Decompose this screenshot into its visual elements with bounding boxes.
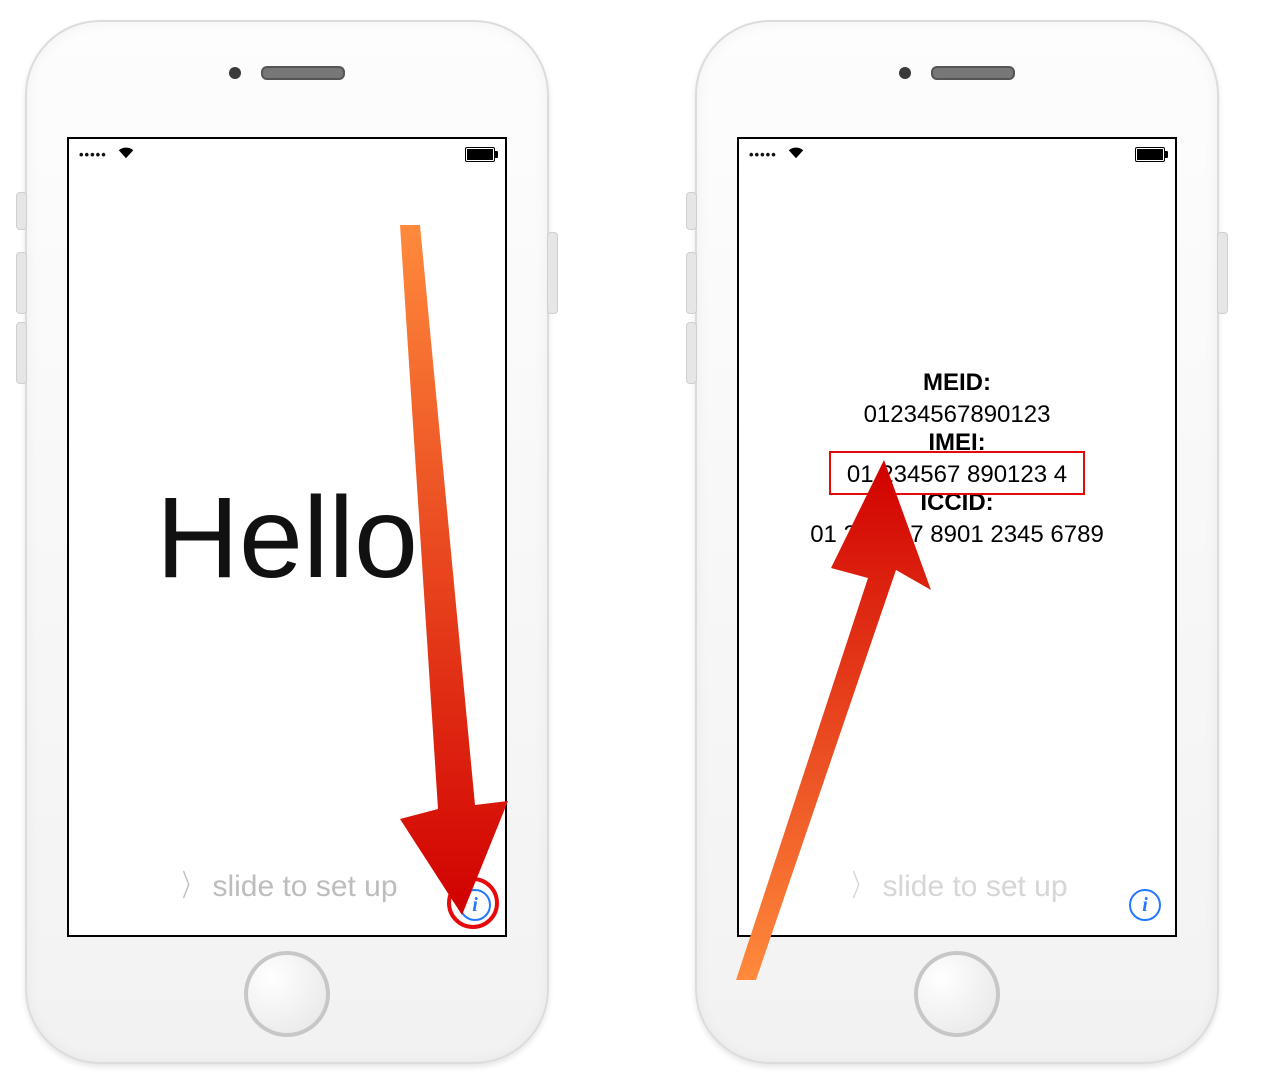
status-bar: ••••• [69,139,505,169]
mute-switch [16,192,27,230]
iccid-row: ICCID: 01 234567 8901 2345 6789 [810,489,1104,549]
info-button[interactable]: i [459,889,491,921]
phone-mockup-right: ••••• MEID: 01234567890123 IMEI: 01 2345… [695,20,1219,1064]
wifi-icon [788,147,804,162]
annotation-box-imei [829,451,1085,495]
meid-label: MEID: [864,369,1051,397]
meid-value: 01234567890123 [864,401,1051,429]
chevron-right-icon: 〉 [852,861,870,905]
cell-signal-icon: ••••• [79,147,134,162]
device-identifiers: MEID: 01234567890123 IMEI: 01 234567 890… [739,369,1175,549]
hello-title: Hello [69,481,505,596]
info-icon: i [472,894,478,917]
front-camera-icon [229,67,241,79]
volume-down-button [16,322,27,384]
volume-up-button [16,252,27,314]
power-button [547,232,558,314]
cell-signal-icon: ••••• [749,147,804,162]
slide-to-set-up[interactable]: 〉slide to set up [739,861,1175,905]
wifi-icon [118,147,134,162]
chevron-right-icon: 〉 [182,861,200,905]
phone-mockup-left: ••••• Hello 〉slide to set up i [25,20,549,1064]
earpiece-speaker-icon [931,66,1015,80]
meid-row: MEID: 01234567890123 [864,369,1051,429]
info-button[interactable]: i [1129,889,1161,921]
power-button [1217,232,1228,314]
battery-icon [1135,147,1165,162]
iccid-value: 01 234567 8901 2345 6789 [810,521,1104,549]
volume-up-button [686,252,697,314]
status-bar: ••••• [739,139,1175,169]
screen-left: ••••• Hello 〉slide to set up i [67,137,507,937]
battery-icon [465,147,495,162]
home-button[interactable] [244,951,330,1037]
imei-row: IMEI: 01 234567 890123 4 [847,429,1067,489]
home-button[interactable] [914,951,1000,1037]
earpiece-area [899,66,1015,80]
screen-right: ••••• MEID: 01234567890123 IMEI: 01 2345… [737,137,1177,937]
volume-down-button [686,322,697,384]
earpiece-area [229,66,345,80]
info-icon: i [1142,894,1148,917]
front-camera-icon [899,67,911,79]
earpiece-speaker-icon [261,66,345,80]
slide-to-set-up[interactable]: 〉slide to set up [69,861,505,905]
mute-switch [686,192,697,230]
